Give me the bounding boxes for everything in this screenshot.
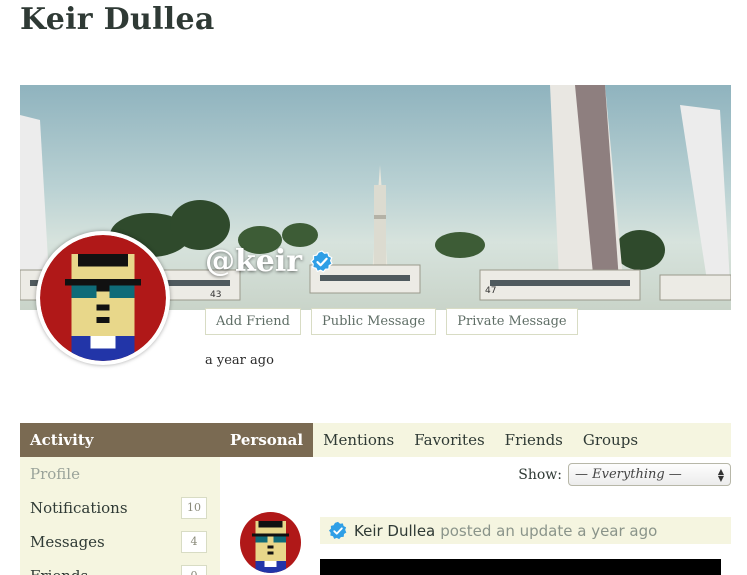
tab-favorites[interactable]: Favorites [404,423,494,457]
friends-count-badge: 0 [181,565,207,575]
svg-text:47: 47 [485,286,496,296]
sidebar-item-friends[interactable]: Friends 0 [20,559,220,575]
filter-label: Show: [518,466,562,483]
sidebar-heading[interactable]: Activity [20,423,220,457]
activity-header: Keir Dullea posted an update a year ago [320,517,731,544]
sidebar-item-label: Profile [30,465,80,483]
activity-filter-select[interactable]: — Everything — ▲ ▼ [568,463,731,486]
svg-text:43: 43 [210,290,221,300]
last-active-time: a year ago [205,353,274,368]
tab-personal[interactable]: Personal [220,423,314,457]
sidebar-item-label: Notifications [30,499,128,517]
messages-count-badge: 4 [181,531,207,553]
activity-action-text: posted an update a year ago [440,521,658,540]
select-arrows-icon: ▲ ▼ [717,466,724,483]
activity-sidebar: Activity Profile Notifications 10 Messag… [20,423,220,575]
sidebar-item-label: Messages [30,533,105,551]
filter-selected-value: — Everything — [575,467,682,482]
activity-filter: Show: — Everything — ▲ ▼ [518,463,731,486]
profile-avatar[interactable] [36,231,170,365]
page-title: Keir Dullea [20,2,215,37]
activity-author-avatar[interactable] [240,512,301,573]
tab-mentions[interactable]: Mentions [313,423,404,457]
tab-friends[interactable]: Friends [495,423,573,457]
verified-badge-icon [329,521,347,539]
add-friend-button[interactable]: Add Friend [205,308,301,335]
profile-actions: Add Friend Public Message Private Messag… [205,308,578,335]
public-message-button[interactable]: Public Message [310,308,437,335]
sidebar-item-messages[interactable]: Messages 4 [20,525,220,559]
profile-handle: @keir [205,244,303,279]
sidebar-item-notifications[interactable]: Notifications 10 [20,491,220,525]
sidebar-item-profile[interactable]: Profile [20,457,220,491]
verified-badge-icon [310,249,333,273]
tab-groups[interactable]: Groups [573,423,648,457]
sidebar-item-label: Friends [30,567,88,575]
notifications-count-badge: 10 [181,497,207,519]
activity-media[interactable] [320,559,721,575]
private-message-button[interactable]: Private Message [446,308,578,335]
activity-tabs: Personal Mentions Favorites Friends Grou… [220,423,731,457]
activity-author-link[interactable]: Keir Dullea [354,522,435,540]
